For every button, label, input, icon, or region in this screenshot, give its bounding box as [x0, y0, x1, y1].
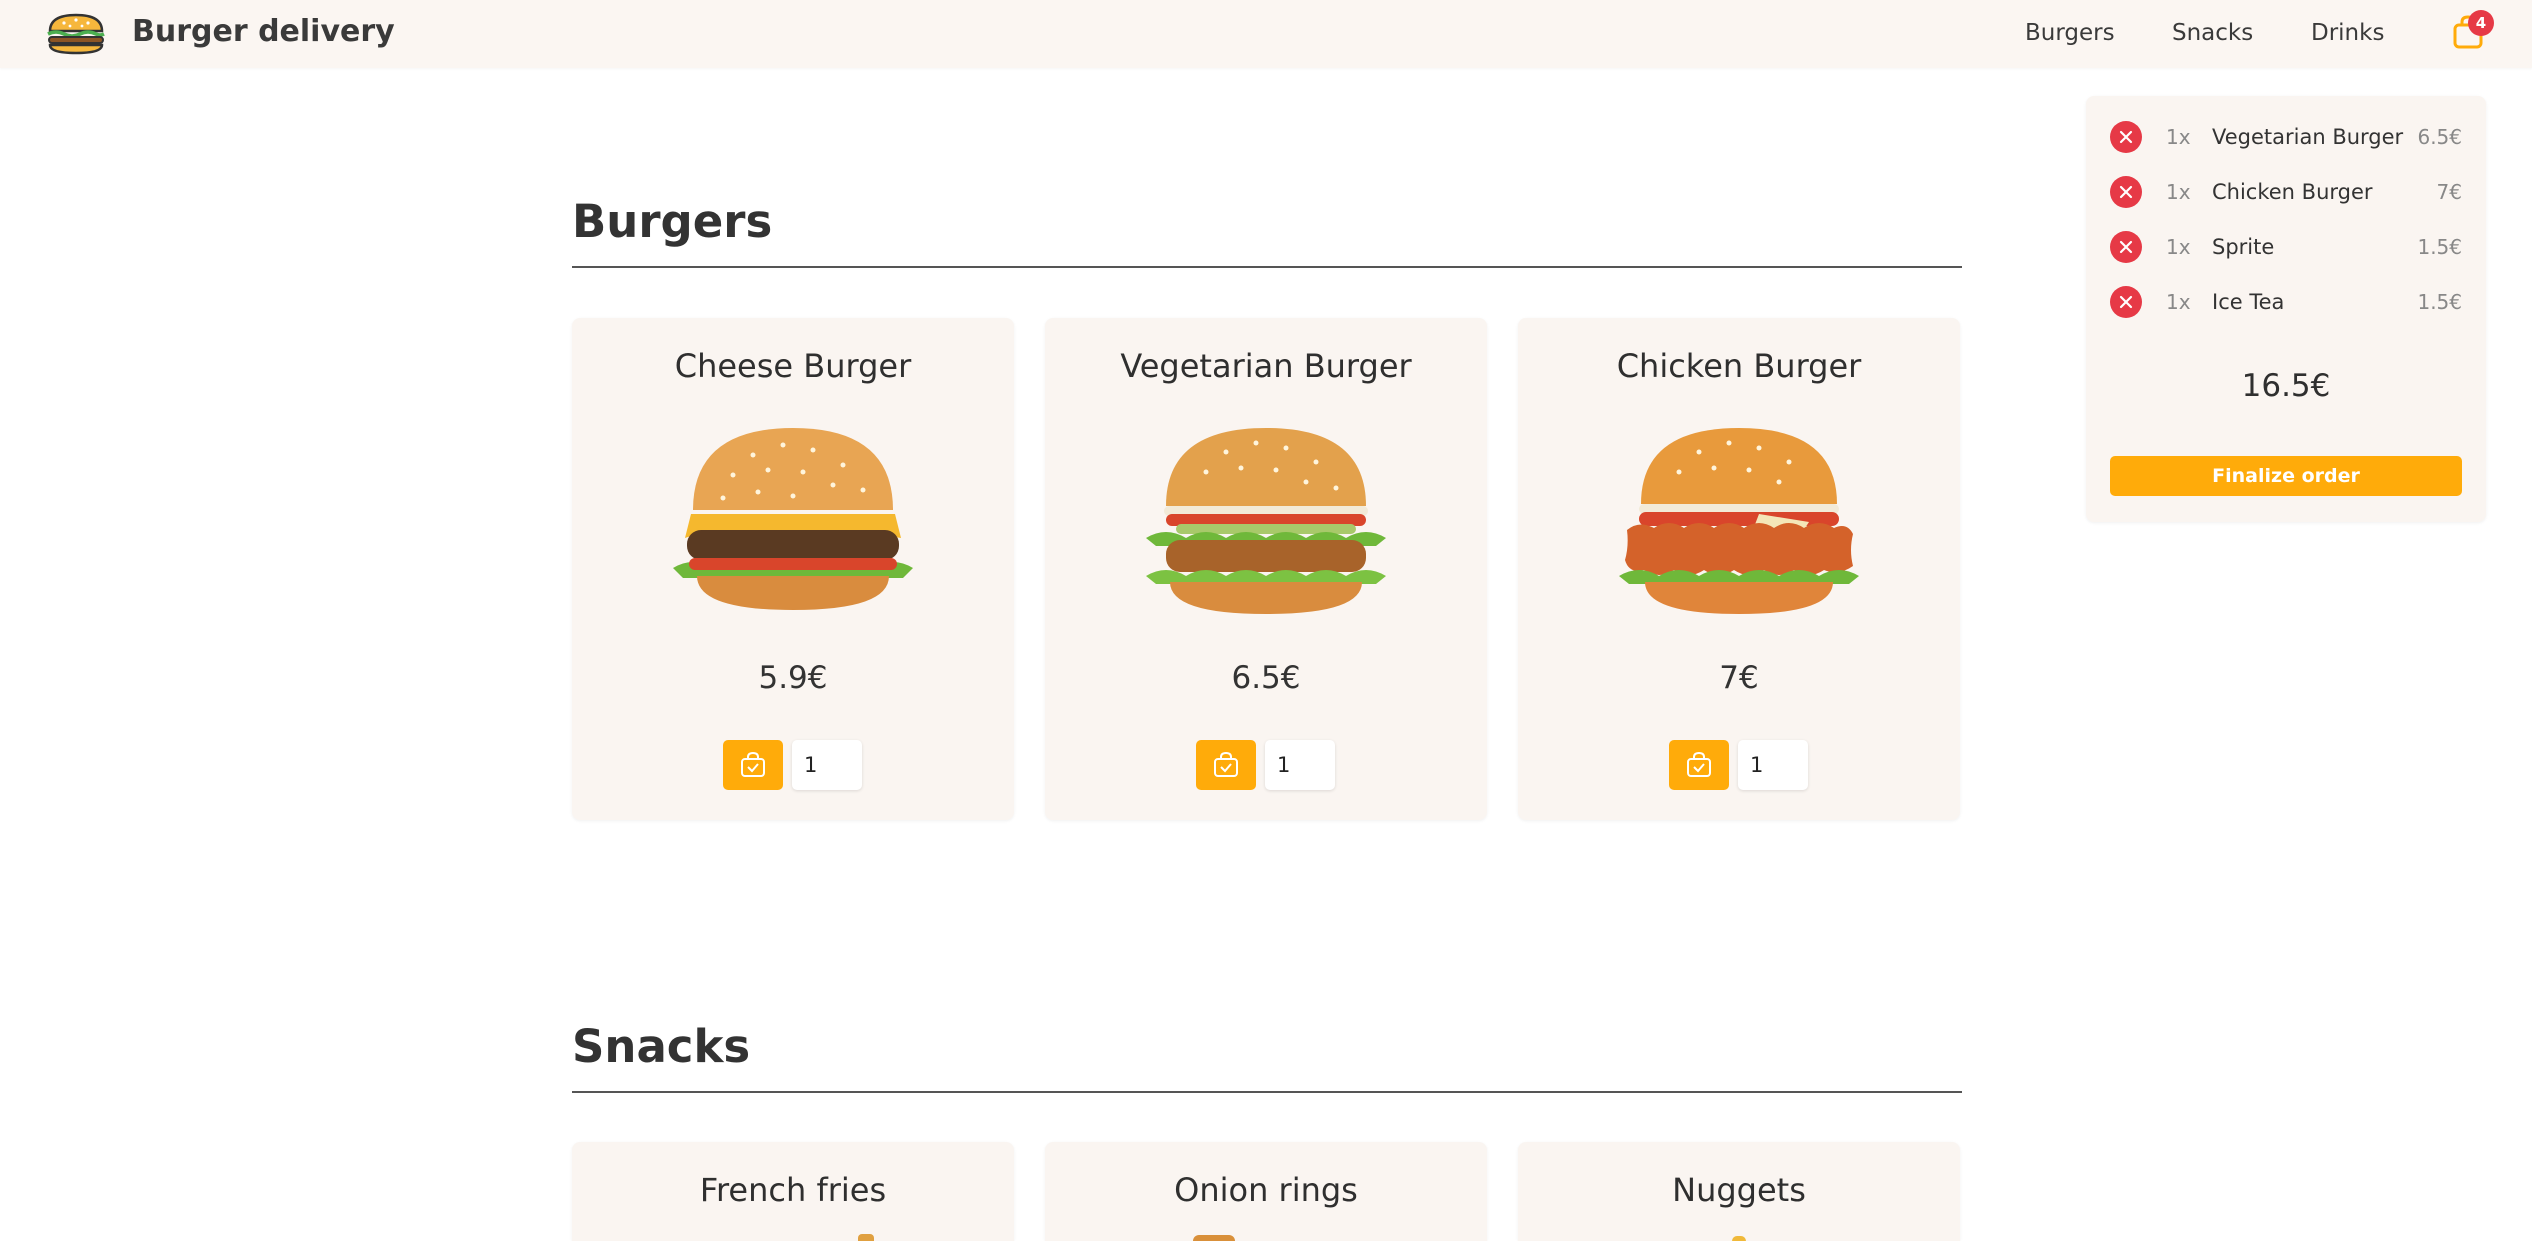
- basket-item-name: Ice Tea: [2212, 290, 2285, 314]
- basket-item-price: 7€: [2436, 180, 2462, 204]
- product-price: 6.5€: [1231, 660, 1301, 696]
- product-card: Cheese Burger 5.9€ 1: [572, 318, 1014, 820]
- product-name: Nuggets: [1672, 1171, 1806, 1209]
- quantity-input[interactable]: 1: [792, 740, 862, 790]
- cheese-burger-image: [673, 428, 913, 610]
- product-price: 7€: [1719, 660, 1759, 696]
- basket-item-price: 6.5€: [2417, 125, 2462, 149]
- section-divider: [572, 1091, 1962, 1093]
- close-icon: [2119, 295, 2133, 309]
- basket-item: 1x Sprite 1.5€: [2086, 227, 2486, 267]
- close-icon: [2119, 240, 2133, 254]
- basket-item-qty: 1x: [2166, 290, 2191, 314]
- basket-item-name: Sprite: [2212, 235, 2275, 259]
- add-to-cart-button[interactable]: [1669, 740, 1729, 790]
- basket-item-price: 1.5€: [2417, 235, 2462, 259]
- basket-panel: 1x Vegetarian Burger 6.5€ 1x Chicken Bur…: [2086, 96, 2486, 522]
- product-name: French fries: [699, 1171, 887, 1209]
- product-card: Nuggets: [1518, 1142, 1960, 1241]
- basket-item: 1x Vegetarian Burger 6.5€: [2086, 117, 2486, 157]
- bag-check-icon: [741, 752, 765, 777]
- nav-link-burgers[interactable]: Burgers: [2025, 16, 2115, 50]
- basket-item-qty: 1x: [2166, 125, 2191, 149]
- product-price: 5.9€: [758, 660, 828, 696]
- nav-link-drinks[interactable]: Drinks: [2311, 16, 2384, 50]
- close-icon: [2119, 185, 2133, 199]
- cart-count-badge: 4: [2468, 10, 2494, 36]
- product-card: Vegetarian Burger 6.5€ 1: [1045, 318, 1487, 820]
- nav-link-snacks[interactable]: Snacks: [2172, 16, 2253, 50]
- basket-item-qty: 1x: [2166, 235, 2191, 259]
- chicken-burger-image: [1619, 428, 1859, 614]
- basket-item-price: 1.5€: [2417, 290, 2462, 314]
- basket-item: 1x Chicken Burger 7€: [2086, 172, 2486, 212]
- product-card: Chicken Burger 7€ 1: [1518, 318, 1960, 820]
- section-title-snacks: Snacks: [572, 1020, 751, 1073]
- burger-logo-icon[interactable]: [44, 11, 108, 55]
- section-divider: [572, 266, 1962, 268]
- section-title-burgers: Burgers: [572, 195, 773, 248]
- bag-check-icon: [1214, 752, 1238, 777]
- quantity-input[interactable]: 1: [1265, 740, 1335, 790]
- product-name: Onion rings: [1174, 1171, 1358, 1209]
- basket-item-name: Vegetarian Burger: [2212, 125, 2404, 149]
- product-name: Cheese Burger: [674, 347, 912, 385]
- french-fries-image: [858, 1234, 874, 1241]
- basket-item: 1x Ice Tea 1.5€: [2086, 282, 2486, 322]
- product-name: Vegetarian Burger: [1120, 347, 1412, 385]
- bag-check-icon: [1687, 752, 1711, 777]
- basket-total: 16.5€: [2241, 368, 2331, 404]
- basket-item-qty: 1x: [2166, 180, 2191, 204]
- remove-item-button[interactable]: [2110, 231, 2142, 263]
- remove-item-button[interactable]: [2110, 176, 2142, 208]
- quantity-input[interactable]: 1: [1738, 740, 1808, 790]
- remove-item-button[interactable]: [2110, 286, 2142, 318]
- top-bar: Burger delivery Burgers Snacks Drinks 4: [0, 0, 2532, 68]
- add-to-cart-button[interactable]: [1196, 740, 1256, 790]
- finalize-order-button[interactable]: Finalize order: [2110, 456, 2462, 496]
- product-card: French fries: [572, 1142, 1014, 1241]
- remove-item-button[interactable]: [2110, 121, 2142, 153]
- vegetarian-burger-image: [1146, 428, 1386, 614]
- onion-rings-image: [1193, 1235, 1235, 1241]
- brand-title[interactable]: Burger delivery: [132, 12, 395, 52]
- product-name: Chicken Burger: [1616, 347, 1862, 385]
- nuggets-image: [1732, 1236, 1746, 1241]
- close-icon: [2119, 130, 2133, 144]
- product-card: Onion rings: [1045, 1142, 1487, 1241]
- add-to-cart-button[interactable]: [723, 740, 783, 790]
- basket-item-name: Chicken Burger: [2212, 180, 2373, 204]
